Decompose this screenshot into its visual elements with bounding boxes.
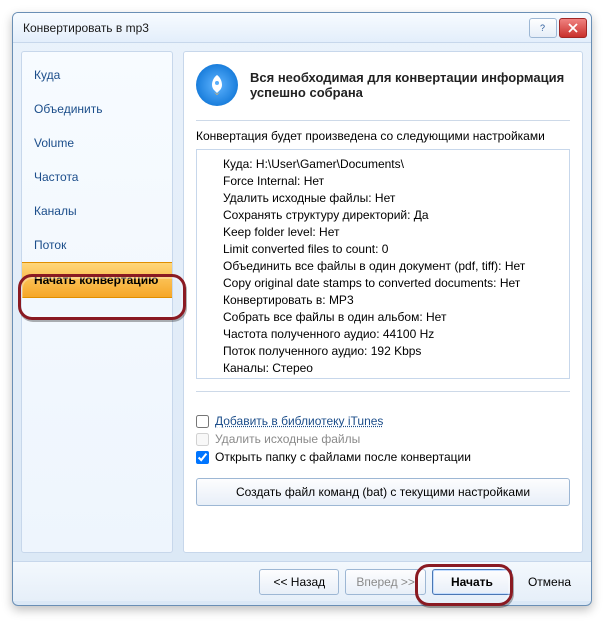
checkbox-open-label: Открыть папку с файлами после конвертаци… [215, 450, 471, 464]
rocket-icon [196, 64, 238, 106]
checkbox-itunes-row: Добавить в библиотеку iTunes [196, 412, 570, 430]
sidebar-item-volume[interactable]: Volume [22, 126, 172, 160]
setting-item: Limit converted files to count: 0 [223, 241, 565, 258]
sidebar-item-combine[interactable]: Объединить [22, 92, 172, 126]
sidebar-item-stream[interactable]: Поток [22, 228, 172, 262]
setting-item: Keep folder level: Нет [223, 224, 565, 241]
create-bat-button[interactable]: Создать файл команд (bat) с текущими нас… [196, 478, 570, 506]
checkbox-delete-label: Удалить исходные файлы [215, 432, 360, 446]
settings-list[interactable]: Куда: H:\User\Gamer\Documents\ Force Int… [196, 149, 570, 379]
header-text: Вся необходимая для конвертации информац… [250, 70, 570, 100]
sidebar-item-destination[interactable]: Куда [22, 58, 172, 92]
wizard-window: Конвертировать в mp3 ? Куда Объединить V… [12, 12, 592, 606]
setting-item: Удалить исходные файлы: Нет [223, 190, 565, 207]
setting-item: Собрать все файлы в один альбом: Нет [223, 309, 565, 326]
titlebar: Конвертировать в mp3 ? [13, 13, 591, 43]
help-button[interactable]: ? [529, 18, 557, 38]
checkbox-open-folder[interactable] [196, 451, 209, 464]
subheader-text: Конвертация будет произведена со следующ… [196, 129, 570, 143]
wizard-sidebar: Куда Объединить Volume Частота Каналы По… [21, 51, 173, 553]
close-button[interactable] [559, 18, 587, 38]
sidebar-item-frequency[interactable]: Частота [22, 160, 172, 194]
setting-item: Поток полученного аудио: 192 Kbps [223, 343, 565, 360]
back-button[interactable]: << Назад [259, 569, 339, 595]
checkbox-delete [196, 433, 209, 446]
start-button[interactable]: Начать [432, 569, 512, 595]
window-title: Конвертировать в mp3 [23, 21, 527, 35]
checkbox-delete-row: Удалить исходные файлы [196, 430, 570, 448]
setting-item: Куда: H:\User\Gamer\Documents\ [223, 156, 565, 173]
sidebar-item-channels[interactable]: Каналы [22, 194, 172, 228]
setting-item: Сохранять структуру директорий: Да [223, 207, 565, 224]
setting-item: Force Internal: Нет [223, 173, 565, 190]
svg-text:?: ? [540, 23, 545, 33]
setting-item: Конвертировать в: MP3 [223, 292, 565, 309]
checkbox-itunes-label[interactable]: Добавить в библиотеку iTunes [215, 414, 383, 428]
checkbox-itunes[interactable] [196, 415, 209, 428]
main-panel: Вся необходимая для конвертации информац… [183, 51, 583, 553]
cancel-button[interactable]: Отмена [518, 570, 581, 594]
setting-item: Copy original date stamps to converted d… [223, 275, 565, 292]
sidebar-item-start-conversion[interactable]: Начать конвертацию [22, 262, 172, 298]
checkbox-open-row: Открыть папку с файлами после конвертаци… [196, 448, 570, 466]
setting-item: Объединить все файлы в один документ (pd… [223, 258, 565, 275]
forward-button[interactable]: Вперед >> [345, 569, 426, 595]
footer: << Назад Вперед >> Начать Отмена [13, 561, 591, 601]
setting-item: Частота полученного аудио: 44100 Hz [223, 326, 565, 343]
setting-item: Каналы: Стерео [223, 360, 565, 377]
